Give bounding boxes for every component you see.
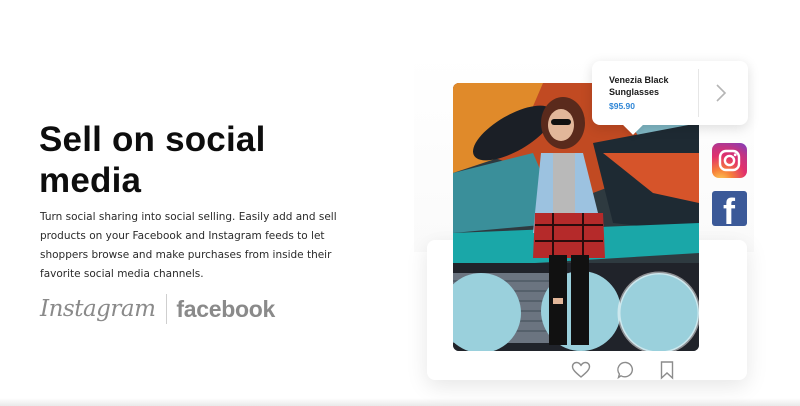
section-description: Turn social sharing into social selling.… (40, 211, 337, 280)
comment-icon[interactable] (616, 360, 636, 380)
page-bottom-edge (0, 398, 800, 406)
tag-divider (698, 69, 699, 117)
facebook-glyph: f (723, 191, 735, 227)
product-name: Venezia Black Sunglasses (609, 75, 669, 97)
brand-divider (166, 294, 168, 324)
page-title: Sell on social media (39, 120, 266, 200)
heart-icon[interactable] (571, 360, 591, 380)
brand-logos: Instagram facebook (40, 291, 275, 327)
bookmark-icon[interactable] (657, 360, 677, 380)
product-price: $95.90 (609, 101, 635, 111)
instagram-wordmark: Instagram (40, 296, 156, 322)
product-tag-card[interactable]: Venezia Black Sunglasses $95.90 (592, 61, 748, 125)
facebook-icon[interactable]: f (712, 191, 747, 226)
chevron-right-icon[interactable] (714, 83, 728, 103)
instagram-icon[interactable] (712, 143, 747, 178)
facebook-wordmark: facebook (176, 295, 275, 322)
